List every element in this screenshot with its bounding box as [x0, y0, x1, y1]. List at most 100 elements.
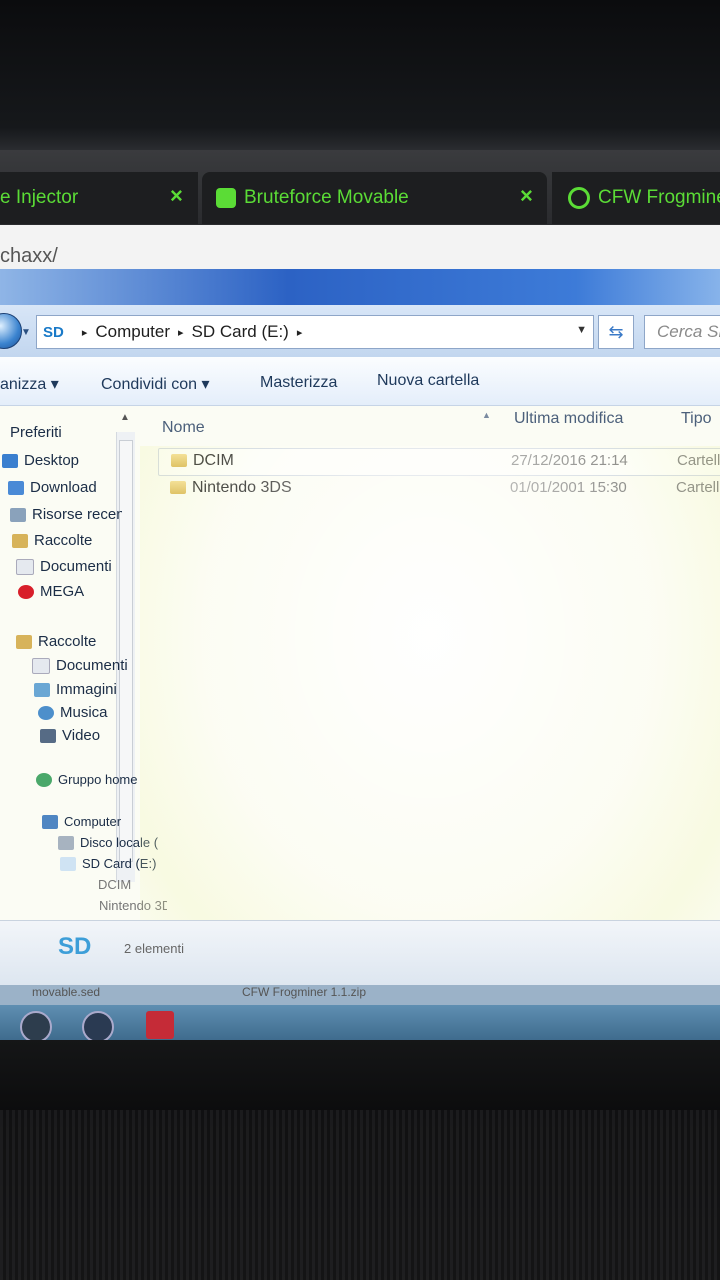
- nav-label: Documenti: [40, 558, 112, 575]
- recent-places-icon: [10, 507, 26, 522]
- nav-item-mega[interactable]: MEGA: [18, 583, 84, 600]
- video-icon: [40, 728, 56, 743]
- tab-cfw-frogminer[interactable]: CFW Frogminer: [552, 172, 720, 224]
- mcafee-icon[interactable]: [146, 1011, 174, 1039]
- file-row[interactable]: Nintendo 3DS 01/01/2001 15:30 Cartella: [158, 476, 720, 502]
- chevron-right-icon[interactable]: ▸: [82, 326, 88, 339]
- sort-ascending-icon: ▲: [482, 410, 491, 420]
- command-bar: anizza ▾ Condividi con ▾ Masterizza Nuov…: [0, 357, 720, 406]
- file-modified: 27/12/2016 21:14: [511, 452, 628, 469]
- nav-label: Disco locale (C:): [80, 835, 158, 850]
- nav-item-homegroup[interactable]: Gruppo home: [36, 772, 138, 787]
- nav-label: Desktop: [24, 452, 80, 469]
- sd-card-icon: SD: [58, 933, 92, 960]
- nav-label: MEGA: [40, 583, 85, 600]
- tab-bruteforce-movable[interactable]: Bruteforce Movable ×: [202, 172, 547, 224]
- chevron-right-icon[interactable]: ▸: [178, 326, 184, 339]
- tab-injector[interactable]: e Injector ×: [0, 172, 198, 224]
- obs-icon[interactable]: [20, 1011, 52, 1043]
- nav-label: Risorse recenti: [32, 506, 122, 523]
- nav-label: Preferiti: [10, 424, 62, 441]
- scroll-up-icon[interactable]: ▲: [120, 412, 130, 423]
- burn-button[interactable]: Masterizza: [260, 374, 337, 392]
- desktop-file-label[interactable]: movable.sed: [32, 985, 100, 999]
- nav-label: Immagini: [56, 681, 117, 698]
- nav-item-video[interactable]: Video: [40, 727, 100, 744]
- nav-item-lib-documents[interactable]: Documenti: [32, 657, 128, 674]
- column-header-modified[interactable]: Ultima modifica: [514, 410, 623, 428]
- nav-item-nintendo-3ds[interactable]: Nintendo 3DS: [99, 898, 167, 913]
- nav-item-recent[interactable]: Risorse recenti: [10, 506, 122, 523]
- breadcrumb-item-sd-card[interactable]: SD Card (E:): [192, 322, 289, 342]
- document-icon: [16, 558, 34, 575]
- history-dropdown-icon[interactable]: ▼: [21, 327, 31, 338]
- nav-item-documents[interactable]: Documenti: [16, 558, 112, 575]
- refresh-button[interactable]: ⇆: [598, 315, 634, 349]
- computer-icon: [42, 814, 58, 829]
- nav-label: Raccolte: [38, 633, 97, 650]
- search-input[interactable]: Cerca SD: [644, 315, 720, 349]
- nav-item-music[interactable]: Musica: [38, 704, 108, 721]
- organize-button[interactable]: anizza ▾: [0, 374, 59, 394]
- nav-item-download[interactable]: Download: [8, 479, 97, 496]
- chevron-right-icon[interactable]: ▸: [297, 326, 303, 339]
- column-header-type[interactable]: Tipo: [681, 410, 712, 428]
- globe-icon: [568, 187, 590, 209]
- column-header-name[interactable]: Nome: [162, 419, 205, 437]
- library-icon: [16, 634, 32, 649]
- file-row[interactable]: DCIM 27/12/2016 21:14 Cartella: [158, 448, 720, 476]
- nav-label: Download: [30, 479, 97, 496]
- nav-item-desktop[interactable]: Desktop: [2, 452, 79, 469]
- nav-label: DCIM: [98, 877, 132, 892]
- screen-glare: [140, 446, 720, 986]
- back-button[interactable]: [0, 313, 22, 349]
- desktop-icon: [2, 453, 18, 468]
- nav-label: Documenti: [56, 657, 128, 674]
- nav-item-local-disk[interactable]: Disco locale (C:): [58, 835, 158, 850]
- nav-label: Computer: [64, 814, 122, 829]
- nav-label: Raccolte: [34, 532, 93, 549]
- tab-close-icon[interactable]: ×: [170, 183, 183, 209]
- file-modified: 01/01/2001 15:30: [510, 479, 627, 496]
- download-icon: [8, 480, 24, 495]
- nav-item-dcim[interactable]: DCIM: [98, 877, 131, 892]
- sd-card-icon: [60, 856, 76, 871]
- nav-item-sd-card[interactable]: SD Card (E:): [60, 856, 156, 871]
- library-icon: [12, 533, 28, 548]
- file-name: DCIM: [193, 452, 234, 469]
- scrollbar-thumb[interactable]: [119, 440, 133, 862]
- nav-header-favorites[interactable]: Preferiti: [10, 424, 62, 441]
- desktop-file-label[interactable]: CFW Frogminer 1.1.zip: [242, 985, 366, 999]
- breadcrumb-item-computer[interactable]: Computer: [95, 322, 170, 342]
- status-bar: SD 2 elementi: [0, 920, 720, 986]
- breadcrumb[interactable]: SD ▸ Computer ▸ SD Card (E:) ▸ ▼: [36, 315, 594, 349]
- hard-drive-icon: [58, 835, 74, 850]
- tab-close-icon[interactable]: ×: [520, 183, 533, 209]
- folder-icon: [171, 454, 187, 467]
- sd-card-icon: SD: [43, 323, 64, 341]
- folder-icon: [170, 481, 186, 494]
- laptop-keyboard-area: [0, 1110, 720, 1280]
- desktop-background: movable.sed CFW Frogminer 1.1.zip: [0, 985, 720, 1005]
- explorer-body: ▲ Preferiti Desktop Download Risorse rec…: [0, 406, 720, 986]
- tab-label: Bruteforce Movable: [244, 187, 409, 208]
- browser-tab-strip: e Injector × Bruteforce Movable × CFW Fr…: [0, 150, 720, 225]
- steam-icon[interactable]: [82, 1011, 114, 1043]
- tab-label: CFW Frogminer: [598, 187, 720, 208]
- document-icon: [32, 657, 50, 674]
- chevron-down-icon[interactable]: ▼: [576, 324, 587, 336]
- tab-label: e Injector: [0, 187, 79, 208]
- browser-address-bar[interactable]: chaxx/: [0, 225, 720, 271]
- nav-label: Gruppo home: [58, 772, 138, 787]
- nav-header-libraries[interactable]: Raccolte: [16, 633, 96, 650]
- new-folder-button[interactable]: Nuova cartella: [377, 372, 479, 390]
- monitor-bezel-top: [0, 0, 720, 150]
- item-count: 2 elementi: [124, 941, 184, 956]
- explorer-nav-bar: ▼ SD ▸ Computer ▸ SD Card (E:) ▸ ▼ ⇆ Cer…: [0, 305, 720, 357]
- pictures-icon: [34, 682, 50, 697]
- nav-item-images[interactable]: Immagini: [34, 681, 117, 698]
- nav-header-computer[interactable]: Computer: [42, 814, 121, 829]
- mega-icon: [18, 584, 34, 599]
- share-button[interactable]: Condividi con ▾: [101, 374, 210, 394]
- nav-item-libraries[interactable]: Raccolte: [12, 532, 92, 549]
